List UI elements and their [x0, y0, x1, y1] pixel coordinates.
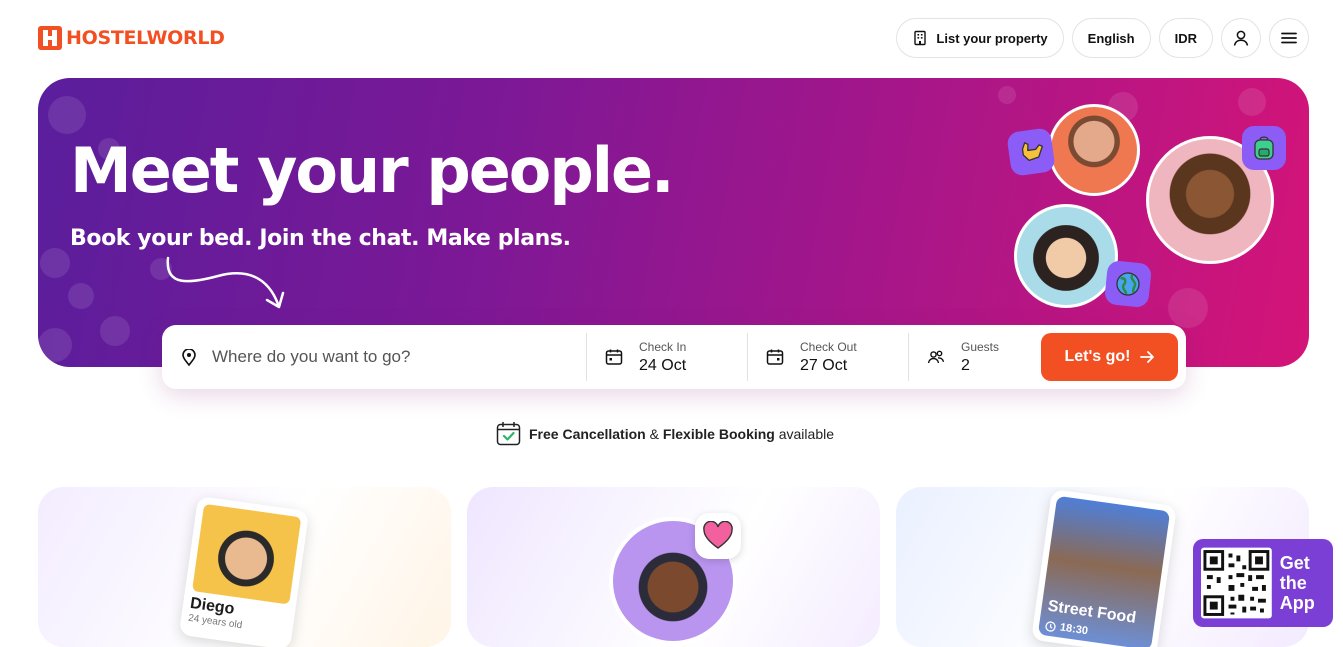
globe-badge	[1103, 259, 1153, 309]
feature-card-meet[interactable]: Diego 24 years old	[38, 487, 451, 647]
guests-value: 2	[961, 356, 970, 374]
shaka-hand-icon	[1021, 142, 1043, 161]
heart-icon	[703, 521, 733, 549]
destination-input[interactable]	[210, 346, 544, 368]
search-submit-button[interactable]: Let's go!	[1041, 333, 1178, 381]
traveler-avatar	[1014, 204, 1118, 308]
traveler-photo-card: Diego 24 years old	[178, 495, 310, 647]
menu-button[interactable]	[1269, 18, 1309, 58]
user-icon	[1233, 30, 1249, 46]
building-icon	[914, 30, 927, 46]
feature-card-chat[interactable]	[467, 487, 880, 647]
language-label: English	[1087, 30, 1135, 46]
decor-dot	[100, 316, 130, 346]
free-cancellation-text: Free Cancellation	[529, 425, 646, 442]
guests-icon	[927, 350, 945, 364]
hamburger-menu-icon	[1281, 32, 1297, 44]
calendar-icon	[605, 349, 623, 365]
decor-dot	[40, 248, 70, 278]
decor-dot	[48, 96, 86, 134]
language-button[interactable]: English	[1071, 18, 1151, 58]
clock-icon	[1045, 620, 1056, 632]
hero-banner: Meet your people. Book your bed. Join th…	[38, 78, 1309, 367]
flexible-booking-text: Flexible Booking	[662, 425, 775, 442]
hero-subtitle: Book your bed. Join the chat. Make plans…	[70, 226, 571, 251]
heart-badge	[695, 513, 741, 559]
decor-dot	[68, 283, 94, 309]
backpack-icon	[1254, 136, 1274, 160]
curved-arrow-icon	[166, 256, 285, 309]
hostelworld-logo[interactable]: HOSTELWORLD	[38, 25, 225, 50]
guests-label: Guests	[961, 339, 1000, 354]
free-cancellation-note: Free Cancellation & Flexible Booking ava…	[496, 421, 834, 446]
traveler-photo	[191, 503, 302, 605]
arrow-right-icon	[1139, 351, 1154, 363]
event-photo: Street Food 18:30	[1037, 495, 1171, 647]
check-out-label: Check Out	[800, 339, 857, 354]
decor-dot	[1238, 88, 1266, 116]
calendar-check-icon	[496, 422, 521, 446]
currency-label: IDR	[1174, 30, 1197, 46]
destination-field[interactable]	[162, 325, 586, 389]
decor-dot	[38, 328, 72, 362]
header-nav: List your property English IDR	[896, 18, 1309, 58]
qr-code-icon	[1201, 547, 1272, 619]
event-caption-time: 18:30	[1044, 619, 1089, 638]
get-app-label: Get the App	[1279, 553, 1315, 613]
location-pin-icon	[182, 348, 196, 366]
calendar-icon	[766, 349, 784, 365]
list-property-button[interactable]: List your property	[896, 18, 1064, 58]
search-submit-label: Let's go!	[1064, 348, 1131, 365]
booking-note-text: Free Cancellation & Flexible Booking ava…	[529, 426, 834, 442]
check-in-value: 24 Oct	[639, 356, 687, 374]
booking-note-joiner: &	[645, 425, 663, 442]
currency-button[interactable]: IDR	[1158, 18, 1213, 58]
hero-title: Meet your people.	[70, 134, 675, 207]
decor-dot	[998, 86, 1016, 104]
logo-text: HOSTELWORLD	[66, 26, 225, 49]
decor-dot	[1168, 288, 1208, 328]
logo-mark-icon	[38, 25, 62, 50]
check-out-field[interactable]: Check Out 27 Oct	[747, 333, 908, 381]
search-bar: Check In 24 Oct Check Out 27 Oct Guests …	[162, 325, 1186, 389]
backpack-badge	[1242, 126, 1286, 170]
account-button[interactable]	[1221, 18, 1261, 58]
shaka-hand-badge	[1006, 127, 1056, 177]
guests-field[interactable]: Guests 2	[908, 333, 1040, 381]
check-out-value: 27 Oct	[800, 356, 848, 374]
check-in-field[interactable]: Check In 24 Oct	[586, 333, 747, 381]
event-photo-card: Street Food 18:30	[1031, 488, 1177, 647]
get-app-promo[interactable]: Get the App	[1193, 539, 1333, 627]
globe-icon	[1116, 272, 1140, 296]
list-property-label: List your property	[936, 30, 1048, 46]
booking-note-suffix: available	[774, 425, 834, 442]
event-time-text: 18:30	[1059, 621, 1089, 638]
traveler-avatar	[1048, 104, 1140, 196]
check-in-label: Check In	[639, 339, 687, 354]
